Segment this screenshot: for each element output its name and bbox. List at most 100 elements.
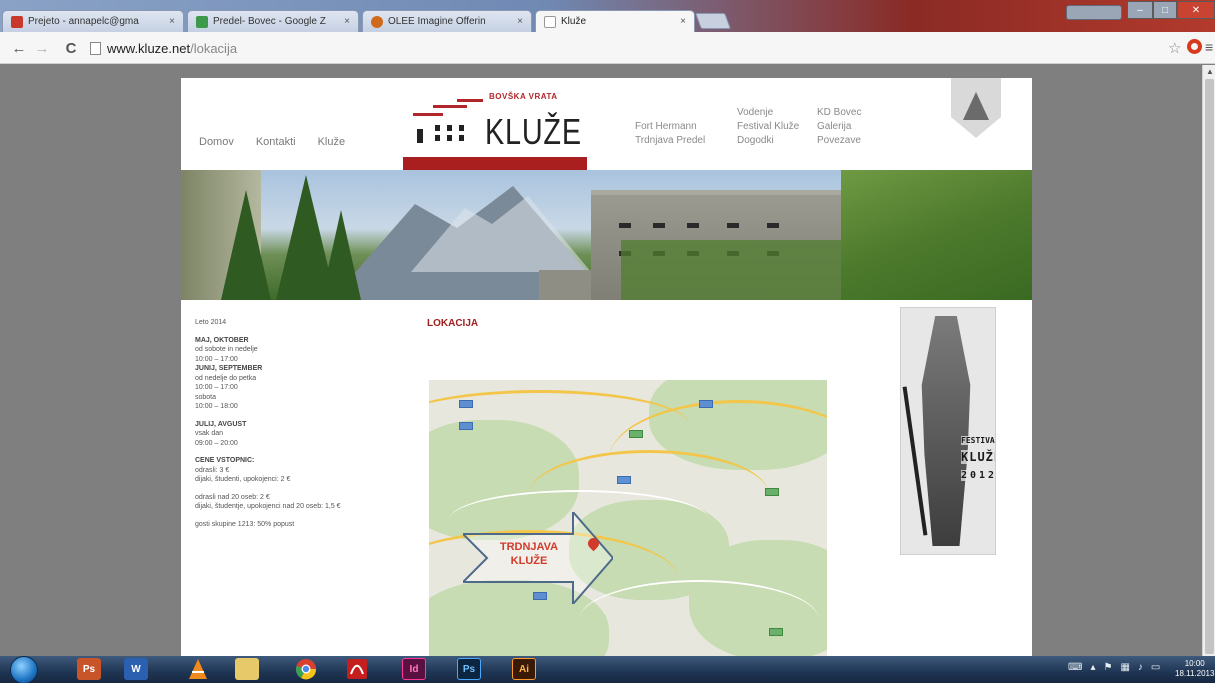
volume-icon[interactable]: ♪	[1138, 662, 1143, 673]
price-line: odrasli nad 20 oseb: 2 €	[195, 493, 270, 501]
profile-badge[interactable]	[1066, 5, 1122, 20]
nav-column-links: KD Bovec Galerija Povezave	[817, 106, 861, 148]
browser-tab-bar: Prejeto - annapelc@gma × Predel- Bovec -…	[0, 0, 1215, 32]
chrome-icon[interactable]	[294, 658, 318, 680]
hours-head: MAJ, OKTOBER	[195, 336, 249, 344]
imagine-icon	[371, 15, 383, 28]
nav-link-domov[interactable]: Domov	[199, 136, 234, 148]
fort-logo-icon	[413, 99, 483, 143]
hours-line: 10:00 – 18:00	[195, 403, 238, 410]
hours-head: JUNIJ, SEPTEMBER	[195, 365, 263, 372]
folder-icon[interactable]	[235, 658, 259, 680]
hours-head: JULIJ, AVGUST	[195, 420, 247, 428]
taskbar-app-photoshop[interactable]: Ps	[457, 658, 481, 680]
battery-icon[interactable]: ▭	[1151, 662, 1160, 673]
scroll-up-arrow-icon[interactable]: ▲	[1206, 67, 1214, 76]
hours-line: vsak dan	[195, 430, 224, 437]
location-map[interactable]: TRDNJAVA KLUŽE	[429, 380, 827, 656]
system-tray: ⌨ ▴ ⚑ ▦ ♪ ▭	[1068, 662, 1160, 673]
hours-line: od nedelje do petka	[195, 374, 257, 382]
forward-arrow-icon[interactable]: →	[33, 39, 51, 57]
price-line: dijaki, študentje, upokojenci nad 20 ose…	[195, 503, 341, 510]
maps-icon	[196, 15, 208, 28]
nav-link-dogodki[interactable]: Dogodki	[737, 134, 799, 148]
price-line: dijaki, študenti, upokojenci: 2 €	[195, 476, 291, 483]
reload-icon[interactable]: C	[62, 39, 80, 57]
action-center-flag-icon[interactable]: ⚑	[1103, 662, 1112, 673]
taskbar-app-illustrator[interactable]: Ai	[512, 658, 536, 680]
poster-festival-label: FESTIVAL	[961, 436, 995, 445]
tab-imagine[interactable]: OLEE Imagine Offerin ×	[362, 10, 532, 32]
hours-line: 10:00 – 17:00	[195, 355, 238, 363]
page-title: LOKACIJA	[427, 318, 479, 329]
opera-icon[interactable]	[1187, 39, 1202, 54]
opening-hours: Leto 2014 MAJ, OKTOBER od sobote in nede…	[195, 318, 405, 529]
nav-link-povezave[interactable]: Povezave	[817, 134, 861, 148]
nav-link-vodenje[interactable]: Vodenje	[737, 106, 799, 120]
nav-link-festival[interactable]: Festival Kluže	[737, 120, 799, 134]
close-window-button[interactable]: ✕	[1177, 1, 1215, 19]
menu-icon[interactable]: ≡	[1205, 40, 1215, 54]
bookmark-star-icon[interactable]: ☆	[1168, 39, 1181, 57]
vertical-scrollbar[interactable]: ▲	[1202, 65, 1215, 656]
nav-link-kontakti[interactable]: Kontakti	[256, 136, 296, 148]
nav-link-kluze[interactable]: Kluže	[318, 136, 346, 148]
tab-google-maps[interactable]: Predel- Bovec - Google Z ×	[187, 10, 359, 32]
hours-line: 09:00 – 20:00	[195, 439, 238, 447]
acrobat-icon[interactable]	[345, 658, 369, 680]
site-logo[interactable]: BOVŠKA VRATA KLUŽE	[403, 83, 587, 175]
close-tab-icon[interactable]: ×	[344, 16, 350, 27]
close-tab-icon[interactable]: ×	[169, 16, 175, 27]
page-icon	[90, 41, 101, 55]
hours-line: od sobote in nedelje	[195, 346, 258, 353]
clock-date: 18.11.2013	[1175, 669, 1215, 678]
page-icon	[544, 15, 556, 28]
browser-toolbar: ← → C www.kluze.net/lokacija ☆ ≡	[0, 32, 1215, 64]
vlc-icon[interactable]	[186, 658, 210, 680]
maximize-button[interactable]: □	[1153, 1, 1177, 19]
minimize-button[interactable]: –	[1127, 1, 1153, 19]
url-path: /lokacija	[190, 40, 238, 56]
nav-link-kd-bovec[interactable]: KD Bovec	[817, 106, 861, 120]
taskbar-clock[interactable]: 10:00 18.11.2013	[1175, 659, 1214, 679]
scrollbar-thumb[interactable]	[1205, 79, 1214, 654]
taskbar-app-word[interactable]: W	[124, 658, 148, 680]
address-bar[interactable]: www.kluze.net/lokacija	[90, 38, 1130, 58]
logo-tagline: BOVŠKA VRATA	[489, 92, 558, 101]
windows-taskbar: Ps W Id Ps Ai ⌨ ▴ ⚑ ▦ ♪ ▭ 10:00 18.11.20…	[0, 656, 1215, 683]
nav-link-fort-hermann[interactable]: Fort Hermann	[635, 120, 705, 134]
language-icon[interactable]: ⌨	[1068, 662, 1082, 673]
soldier-illustration	[921, 316, 971, 546]
discount-note: gosti skupine 1213: 50% popust	[195, 520, 295, 528]
hours-line: sobota	[195, 393, 217, 401]
tab-kluze[interactable]: Kluže ×	[535, 10, 695, 32]
nav-column-forts: Fort Hermann Trdnjava Predel	[635, 120, 705, 148]
page-viewport: Domov Kontakti Kluže BOVŠKA VRATA KLUŽE	[0, 65, 1215, 656]
show-hidden-icons[interactable]: ▴	[1090, 662, 1095, 673]
map-label: TRDNJAVA KLUŽE	[499, 541, 559, 567]
nav-link-trdnjava-predel[interactable]: Trdnjava Predel	[635, 134, 705, 148]
fort-banner-image	[181, 170, 1032, 300]
price-line: odrasli: 3 €	[195, 466, 230, 474]
network-icon[interactable]: ▦	[1120, 662, 1129, 673]
taskbar-app-ps[interactable]: Ps	[77, 658, 101, 680]
logo-name: KLUŽE	[485, 111, 582, 152]
taskbar-app-indesign[interactable]: Id	[402, 658, 426, 680]
close-tab-icon[interactable]: ×	[680, 16, 686, 27]
new-tab-button[interactable]	[695, 13, 731, 29]
close-tab-icon[interactable]: ×	[517, 16, 523, 27]
start-button[interactable]	[10, 656, 38, 683]
prices-head: CENE VSTOPNIC:	[195, 457, 255, 464]
back-arrow-icon[interactable]: ←	[10, 39, 28, 57]
nav-column-events: Vodenje Festival Kluže Dogodki	[737, 106, 799, 148]
tab-gmail[interactable]: Prejeto - annapelc@gma ×	[2, 10, 184, 32]
hours-line: 10:00 – 17:00	[195, 384, 238, 391]
nav-link-galerija[interactable]: Galerija	[817, 120, 861, 134]
poster-year-label: 2012	[961, 470, 996, 481]
top-nav: Domov Kontakti Kluže	[199, 136, 345, 148]
festival-poster[interactable]: FESTIVAL KLUŽE 2012	[900, 307, 996, 555]
gmail-icon	[11, 15, 23, 28]
poster-name-label: KLUŽE	[961, 450, 995, 464]
coat-of-arms-icon	[951, 78, 1001, 138]
url-host: www.kluze.net	[107, 40, 191, 56]
